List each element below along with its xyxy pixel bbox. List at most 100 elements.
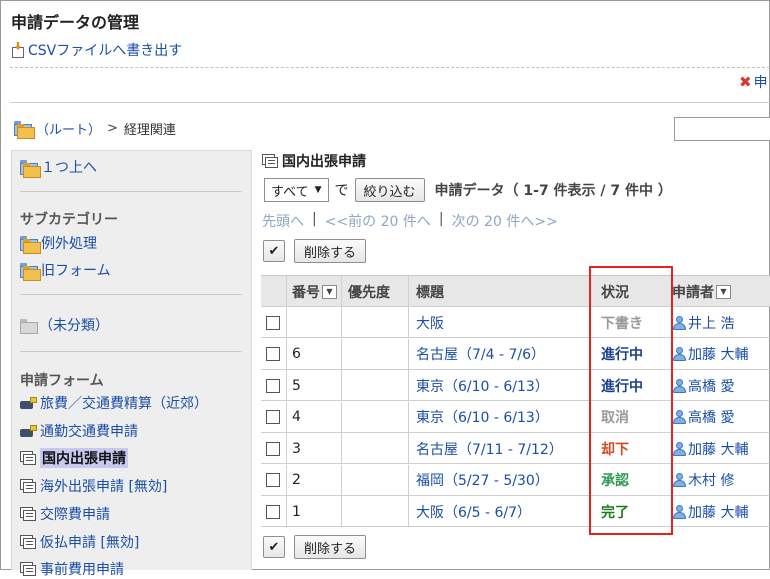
row-applicant-link[interactable]: 高橋 愛 [672, 370, 734, 401]
row-subject-link[interactable]: 名古屋（7/4 - 7/6） [416, 339, 545, 370]
form-title-text: 国内出張申請 [282, 154, 366, 170]
user-icon [672, 441, 686, 457]
row-subject-link[interactable]: 大阪 [416, 307, 444, 338]
sort-dropdown-icon[interactable]: ▼ [716, 284, 731, 299]
user-icon [672, 409, 686, 425]
bulk-actions-top: ✔ 削除する [263, 239, 367, 263]
row-number: 3 [292, 440, 301, 457]
row-status: 却下 [601, 441, 629, 458]
breadcrumb: （ルート） > 経理関連 [14, 119, 176, 139]
sidebar-form-label-active: 国内出張申請 [40, 448, 128, 468]
csv-export-link[interactable]: CSVファイルへ書き出す [11, 40, 182, 60]
row-applicant-name: 高橋 愛 [688, 378, 735, 395]
sidebar-form-overseas-trip[interactable]: 海外出張申請 [無効] [20, 476, 167, 496]
form-icon [20, 562, 37, 576]
sidebar-divider [20, 294, 242, 295]
row-number: 1 [292, 503, 301, 520]
header-applicant-label: 申請者 [672, 284, 714, 301]
row-checkbox[interactable] [266, 504, 280, 519]
row-number: 6 [292, 346, 301, 362]
sidebar-item-uncategorized[interactable]: （未分類） [20, 315, 109, 335]
row-applicant-link[interactable]: 加藤 大輔 [672, 496, 748, 527]
select-all-button[interactable]: ✔ [263, 240, 285, 262]
download-icon [11, 42, 25, 58]
sidebar-divider [20, 191, 242, 192]
header-number[interactable]: 番号 ▼ [292, 276, 337, 307]
delete-form-data-link[interactable]: ✖ 申 [739, 72, 768, 92]
row-applicant-name: 木村 修 [688, 473, 735, 489]
pager-next: 次の 20 件へ>> [451, 214, 558, 230]
row-applicant-link[interactable]: 加藤 大輔 [672, 339, 748, 370]
row-applicant-name: 高橋 愛 [688, 410, 735, 426]
row-number: 5 [292, 377, 301, 394]
form-icon [20, 535, 37, 549]
sidebar-item-label: 例外処理 [41, 236, 97, 252]
row-status: 承認 [601, 473, 629, 489]
filter-select[interactable]: すべて ▼ [264, 178, 329, 202]
folder-up-icon [20, 159, 41, 178]
row-applicant-name: 加藤 大輔 [688, 347, 749, 363]
sidebar-form-label: 海外出張申請 [無効] [40, 479, 168, 495]
sidebar: １つ上へ サブカテゴリー 例外処理 旧フォーム （未分類） 申請フォーム 旅費／… [11, 150, 252, 578]
row-applicant-name: 加藤 大輔 [688, 441, 749, 458]
sidebar-form-commute[interactable]: 通勤交通費申請 [20, 421, 138, 441]
sidebar-item-exception[interactable]: 例外処理 [20, 233, 97, 254]
row-applicant-link[interactable]: 井上 浩 [672, 307, 734, 338]
row-status: 下書き [601, 315, 643, 332]
csv-export-label: CSVファイルへ書き出す [28, 43, 183, 59]
form-icon [262, 154, 279, 168]
row-subject-link[interactable]: 大阪（6/5 - 6/7） [416, 496, 531, 527]
sidebar-item-old-forms[interactable]: 旧フォーム [20, 260, 111, 281]
filter-de-label: で [334, 183, 349, 199]
sidebar-form-pre-expense[interactable]: 事前費用申請 [20, 559, 124, 579]
delete-form-data-label: 申 [753, 75, 768, 91]
sidebar-form-domestic-trip[interactable]: 国内出張申請 [20, 448, 128, 468]
row-status: 進行中 [601, 347, 643, 363]
table-row: 5 東京（6/10 - 6/13） 進行中 高橋 愛 [261, 370, 770, 401]
pager-sep: | [312, 211, 317, 227]
row-subject-link[interactable]: 福岡（5/27 - 5/30） [416, 465, 549, 496]
header-status: 状況 [601, 284, 629, 301]
caret-down-icon: ▼ [314, 185, 322, 195]
sort-dropdown-icon[interactable]: ▼ [322, 284, 337, 299]
sidebar-form-label: 通勤交通費申請 [40, 424, 138, 440]
row-checkbox[interactable] [266, 347, 280, 361]
sidebar-form-label: 仮払申請 [無効] [40, 535, 140, 551]
breadcrumb-root[interactable]: （ルート） [36, 119, 101, 138]
data-table: 番号 ▼ 優先度 標題 状況 申請者 ▼ 大阪 下書き 井上 浩 6 名古屋（7/4 -… [261, 275, 770, 527]
search-input[interactable] [674, 117, 770, 141]
header-subject: 標題 [416, 284, 444, 301]
pager-first: 先頭へ [262, 214, 304, 230]
table-row: 1 大阪（6/5 - 6/7） 完了 加藤 大輔 [261, 496, 770, 527]
bulk-actions-bottom: ✔ 削除する [263, 535, 367, 559]
delete-button[interactable]: 削除する [294, 239, 367, 263]
select-all-button[interactable]: ✔ [263, 536, 285, 558]
row-subject-link[interactable]: 名古屋（7/11 - 7/12） [416, 433, 563, 464]
row-applicant-link[interactable]: 高橋 愛 [672, 402, 734, 433]
table-row: 6 名古屋（7/4 - 7/6） 進行中 加藤 大輔 [261, 338, 770, 370]
row-checkbox[interactable] [266, 315, 280, 330]
sidebar-form-travel-expense[interactable]: 旅費／交通費精算（近郊） [20, 393, 208, 413]
row-checkbox[interactable] [266, 441, 280, 456]
sidebar-form-label: 事前費用申請 [40, 562, 124, 578]
sidebar-up-link[interactable]: １つ上へ [20, 157, 97, 178]
row-applicant-link[interactable]: 加藤 大輔 [672, 433, 748, 464]
row-number: 2 [292, 472, 301, 488]
sidebar-item-label: 旧フォーム [41, 263, 111, 279]
sidebar-form-entertainment[interactable]: 交際費申請 [20, 504, 110, 524]
delete-button[interactable]: 削除する [294, 535, 367, 559]
sidebar-up-label: １つ上へ [41, 160, 97, 176]
form-icon [20, 507, 37, 521]
row-checkbox[interactable] [266, 473, 280, 487]
sidebar-form-advance-payment[interactable]: 仮払申請 [無効] [20, 532, 139, 552]
sidebar-divider [20, 351, 242, 352]
row-subject-link[interactable]: 東京（6/10 - 6/13） [416, 370, 549, 401]
row-subject-link[interactable]: 東京（6/10 - 6/13） [416, 402, 549, 433]
header-applicant[interactable]: 申請者 ▼ [672, 276, 731, 307]
row-checkbox[interactable] [266, 378, 280, 393]
table-row: 大阪 下書き 井上 浩 [261, 307, 770, 338]
folder-icon [20, 235, 41, 254]
filter-button[interactable]: 絞り込む [354, 178, 425, 202]
row-applicant-link[interactable]: 木村 修 [672, 465, 734, 496]
row-checkbox[interactable] [266, 410, 280, 424]
